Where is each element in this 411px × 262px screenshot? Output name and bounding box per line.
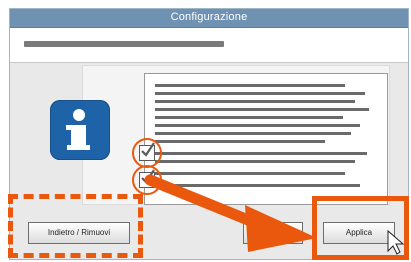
mouse-pointer-icon (387, 229, 405, 255)
annotation-arrow (144, 174, 405, 255)
